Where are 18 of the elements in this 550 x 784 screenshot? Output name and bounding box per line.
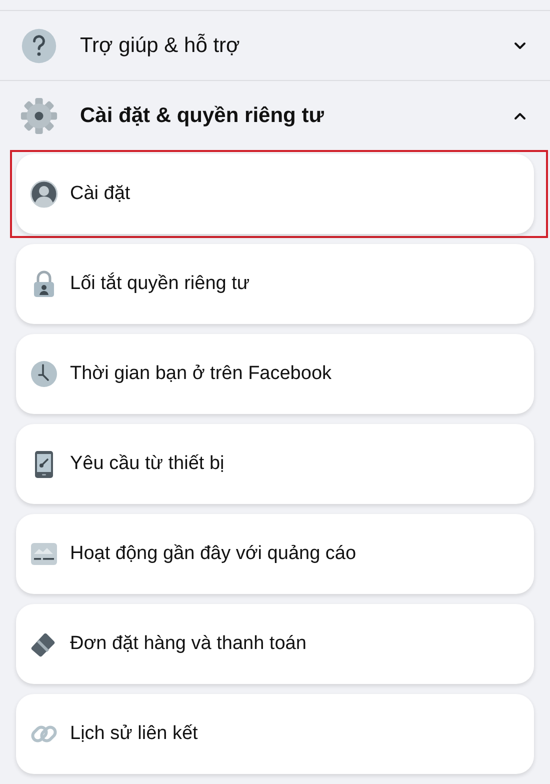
- menu-item[interactable]: Thời gian bạn ở trên Facebook: [16, 334, 534, 414]
- menu-item[interactable]: Lịch sử liên kết: [16, 694, 534, 774]
- gear-icon: [20, 96, 58, 134]
- section-title: Trợ giúp & hỗ trợ: [80, 34, 241, 58]
- section-header[interactable]: Trợ giúp & hỗ trợ: [0, 11, 550, 81]
- section-header[interactable]: Cài đặt & quyền riêng tư: [0, 81, 550, 150]
- section-title: Cài đặt & quyền riêng tư: [80, 104, 325, 128]
- menu-item[interactable]: Lối tắt quyền riêng tư: [16, 244, 534, 324]
- chevron-up-icon: [514, 112, 526, 120]
- question-icon: [20, 26, 58, 64]
- menu-item[interactable]: Đơn đặt hàng và thanh toán: [16, 604, 534, 684]
- clock-icon: [30, 360, 58, 388]
- menu-item[interactable]: Hoạt động gần đây với quảng cáo: [16, 514, 534, 594]
- menu-item[interactable]: Cài đặt: [16, 154, 534, 234]
- menu-item[interactable]: Yêu cầu từ thiết bị: [16, 424, 534, 504]
- screen-icon: [30, 540, 58, 568]
- chevron-down-icon: [514, 42, 526, 50]
- person-icon: [30, 180, 58, 208]
